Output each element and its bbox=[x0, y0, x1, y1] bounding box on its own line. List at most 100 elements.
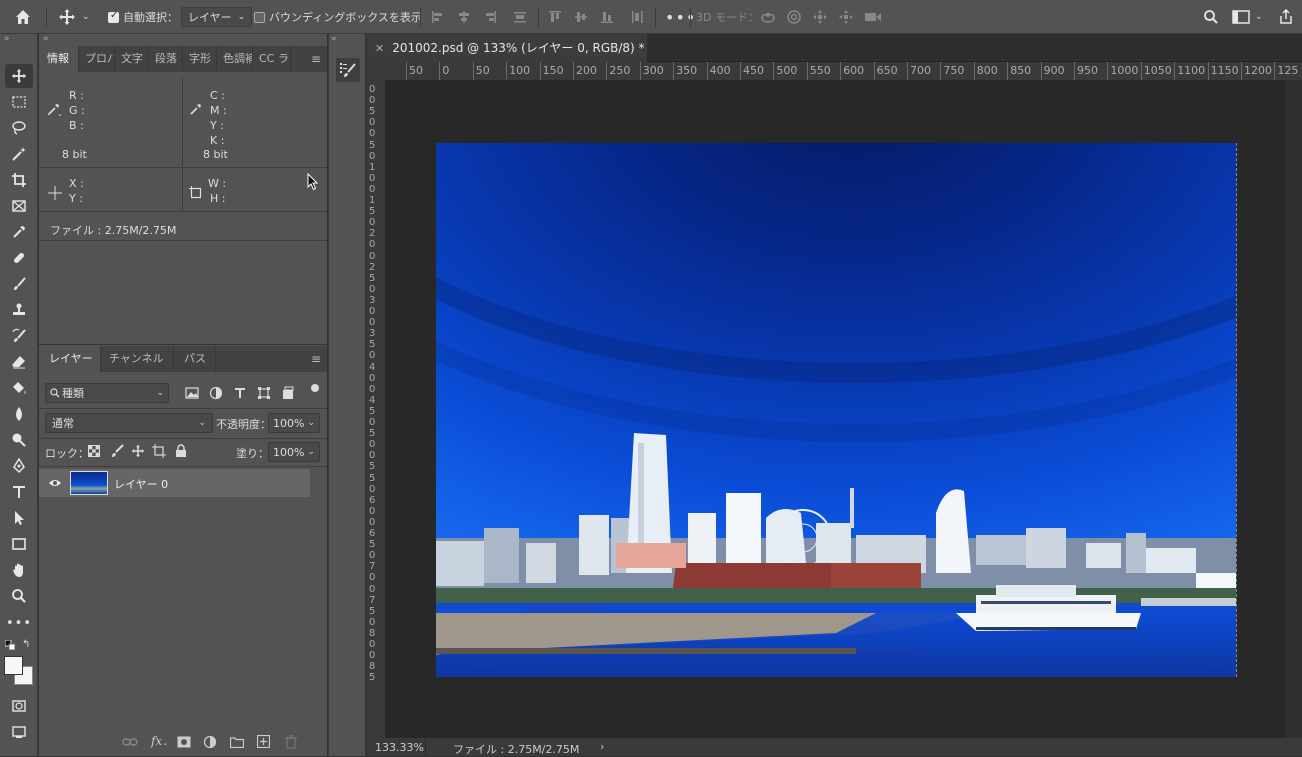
vertical-ruler[interactable]: 0050050100150200250300350400450500550600… bbox=[367, 80, 385, 738]
screen-mode-icon[interactable] bbox=[5, 720, 33, 744]
close-tab-icon[interactable]: ✕ bbox=[375, 42, 384, 55]
tab-layers[interactable]: レイヤー bbox=[39, 346, 101, 372]
align-bottom-icon[interactable] bbox=[599, 7, 615, 27]
tab-cc-libraries[interactable]: CC ライ bbox=[253, 46, 291, 72]
clone-stamp-tool-icon[interactable] bbox=[5, 298, 33, 322]
blend-mode-dropdown[interactable]: 通常 ⌄ bbox=[45, 413, 213, 433]
home-icon[interactable] bbox=[14, 7, 32, 27]
type-tool-icon[interactable] bbox=[5, 480, 33, 504]
hand-tool-icon[interactable] bbox=[5, 558, 33, 582]
rectangle-tool-icon[interactable] bbox=[5, 532, 33, 556]
paint-bucket-tool-icon[interactable] bbox=[5, 376, 33, 400]
3d-scale-icon[interactable] bbox=[864, 7, 882, 27]
lock-image-pixels-icon[interactable] bbox=[110, 444, 124, 461]
swap-colors-icon[interactable]: ↰ bbox=[22, 639, 30, 650]
tab-glyphs[interactable]: 字形 bbox=[183, 46, 217, 72]
tab-paths[interactable]: パス bbox=[174, 346, 216, 372]
tab-info[interactable]: 情報 bbox=[39, 46, 79, 72]
3d-pan-icon[interactable] bbox=[812, 7, 828, 27]
frame-tool-icon[interactable] bbox=[5, 194, 33, 218]
align-left-icon[interactable] bbox=[430, 7, 446, 27]
auto-select-target-dropdown[interactable]: レイヤー ⌄ bbox=[181, 7, 253, 27]
status-menu-arrow-icon[interactable]: › bbox=[600, 740, 604, 753]
canvas-image[interactable] bbox=[436, 143, 1236, 677]
layer-name[interactable]: レイヤー 0 bbox=[114, 476, 168, 492]
collapse-icon[interactable]: » bbox=[4, 34, 10, 44]
new-adjustment-layer-icon[interactable] bbox=[203, 735, 217, 752]
tab-properties[interactable]: プロパ bbox=[79, 46, 115, 72]
show-bounding-box-checkbox[interactable]: バウンディングボックスを表示 bbox=[254, 7, 422, 27]
align-horizontal-center-icon[interactable] bbox=[456, 7, 472, 27]
auto-select-checkbox[interactable]: 自動選択： bbox=[108, 7, 178, 27]
history-brush-tool-icon[interactable] bbox=[5, 324, 33, 348]
move-tool-icon[interactable] bbox=[5, 64, 33, 88]
delete-layer-icon[interactable] bbox=[285, 735, 297, 752]
tab-channels[interactable]: チャンネル bbox=[101, 346, 174, 372]
align-right-icon[interactable] bbox=[482, 7, 498, 27]
tab-adjustments[interactable]: 色調補 bbox=[217, 46, 253, 72]
lock-position-icon[interactable] bbox=[131, 444, 145, 461]
layer-row[interactable]: レイヤー 0 bbox=[39, 469, 310, 497]
workspace-icon[interactable]: ⌄ bbox=[1232, 7, 1263, 27]
lasso-tool-icon[interactable] bbox=[5, 116, 33, 140]
3d-orbit-icon[interactable] bbox=[760, 7, 776, 27]
align-vertical-center-icon[interactable] bbox=[573, 7, 589, 27]
new-group-icon[interactable] bbox=[229, 736, 245, 751]
foreground-color-swatch[interactable] bbox=[4, 656, 23, 675]
smart-object-filter-icon[interactable] bbox=[281, 386, 295, 403]
vertical-scrollbar[interactable] bbox=[1285, 80, 1302, 738]
eraser-tool-icon[interactable] bbox=[5, 350, 33, 374]
document-tab[interactable]: ✕ 201002.psd @ 133% (レイヤー 0, RGB/8) * bbox=[367, 34, 647, 62]
eyedropper-tool-icon[interactable] bbox=[5, 220, 33, 244]
filter-toggle-switch[interactable] bbox=[311, 384, 319, 392]
brush-tool-icon[interactable] bbox=[5, 272, 33, 296]
add-mask-icon[interactable] bbox=[177, 736, 191, 751]
zoom-level[interactable]: 133.33% bbox=[375, 741, 424, 754]
distribute-vertical-icon[interactable] bbox=[512, 7, 528, 27]
tab-character[interactable]: 文字 bbox=[115, 46, 149, 72]
horizontal-ruler[interactable]: 50 0 50 100 150 200 250 300 350 400 450 500 550 600 65… bbox=[385, 62, 1302, 80]
zoom-tool-icon[interactable] bbox=[5, 584, 33, 608]
eye-icon[interactable] bbox=[48, 478, 62, 491]
link-layers-icon[interactable] bbox=[122, 736, 138, 751]
layer-effects-icon[interactable]: fx⌄ bbox=[151, 734, 168, 748]
crop-tool-icon[interactable] bbox=[5, 168, 33, 192]
default-colors-icon[interactable] bbox=[4, 639, 16, 653]
adjustment-layer-filter-icon[interactable] bbox=[209, 386, 223, 403]
lock-artboard-icon[interactable] bbox=[152, 444, 166, 461]
lock-all-icon[interactable] bbox=[175, 444, 187, 461]
blur-tool-icon[interactable] bbox=[5, 402, 33, 426]
dodge-tool-icon[interactable] bbox=[5, 428, 33, 452]
tab-paragraph[interactable]: 段落 bbox=[149, 46, 183, 72]
collapse-panels-icon[interactable]: « bbox=[43, 34, 49, 44]
align-top-icon[interactable] bbox=[547, 7, 563, 27]
panel-menu-icon[interactable]: ≡ bbox=[311, 52, 321, 66]
lock-transparent-pixels-icon[interactable] bbox=[88, 445, 100, 460]
edit-toolbar-icon[interactable]: ••• bbox=[5, 611, 33, 635]
cmyk-eyedropper-icon[interactable] bbox=[189, 102, 203, 119]
3d-roll-icon[interactable] bbox=[786, 7, 802, 27]
healing-brush-tool-icon[interactable] bbox=[5, 246, 33, 270]
more-options-icon[interactable]: ••• bbox=[665, 7, 696, 27]
expand-panels-icon[interactable]: » bbox=[331, 34, 337, 44]
pen-tool-icon[interactable] bbox=[5, 454, 33, 478]
canvas-area[interactable] bbox=[385, 80, 1285, 738]
brush-settings-icon[interactable] bbox=[336, 58, 360, 82]
type-layer-filter-icon[interactable] bbox=[233, 386, 247, 403]
pixel-layer-filter-icon[interactable] bbox=[185, 386, 199, 403]
magic-wand-tool-icon[interactable] bbox=[5, 142, 33, 166]
distribute-horizontal-icon[interactable] bbox=[629, 7, 645, 27]
quick-mask-icon[interactable] bbox=[5, 694, 33, 718]
layers-panel-menu-icon[interactable]: ≡ bbox=[311, 352, 321, 366]
rgb-eyedropper-icon[interactable]: ⌄ bbox=[47, 102, 63, 119]
path-selection-tool-icon[interactable] bbox=[5, 506, 33, 530]
ruler-origin[interactable] bbox=[367, 62, 385, 80]
move-tool-preset-icon[interactable]: ⌄ bbox=[58, 7, 90, 27]
3d-slide-icon[interactable] bbox=[838, 7, 854, 27]
search-icon[interactable] bbox=[1203, 7, 1219, 27]
shape-layer-filter-icon[interactable] bbox=[257, 386, 271, 403]
new-layer-icon[interactable] bbox=[256, 734, 271, 751]
marquee-tool-icon[interactable] bbox=[5, 90, 33, 114]
fill-input[interactable]: 100% ⌄ bbox=[268, 442, 320, 462]
opacity-input[interactable]: 100% ⌄ bbox=[268, 413, 320, 433]
